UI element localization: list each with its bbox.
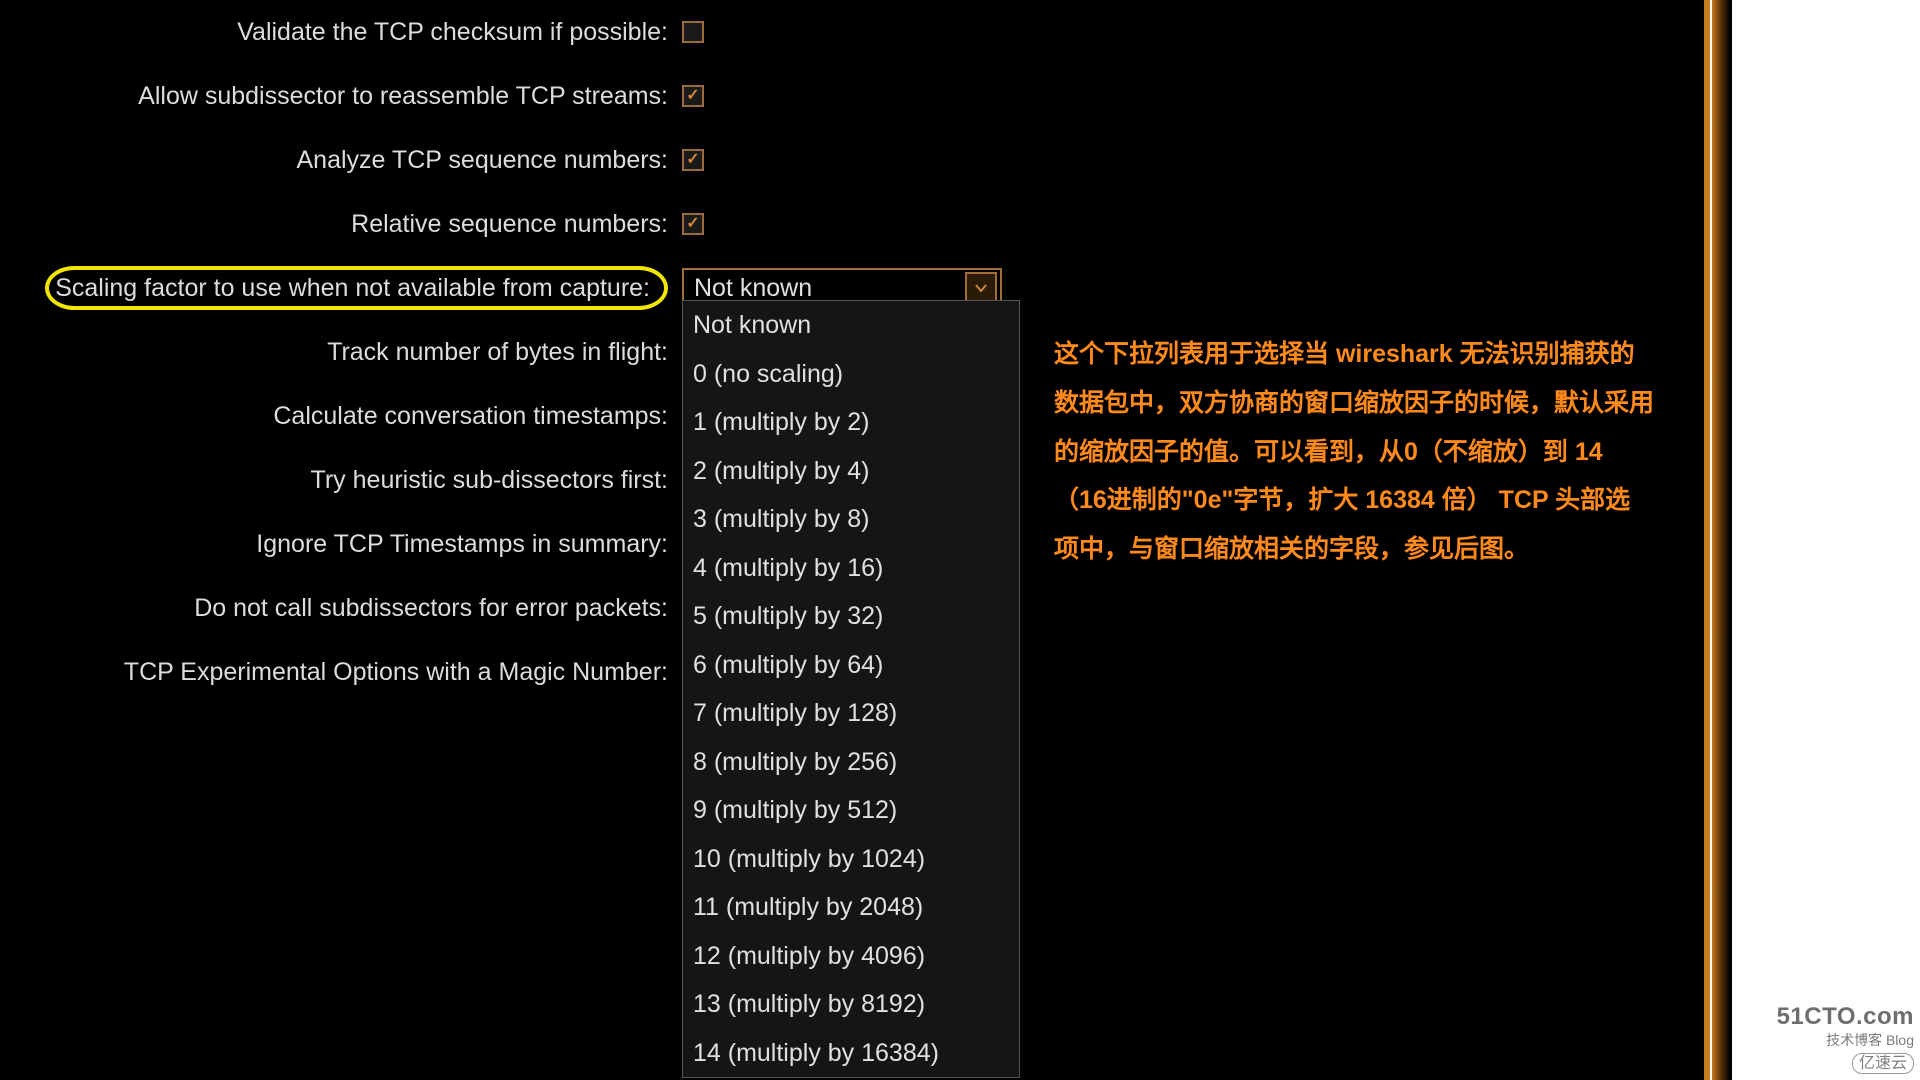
dropdown-item[interactable]: 14 (multiply by 16384)	[683, 1029, 1019, 1078]
checkbox-allow-reassemble[interactable]	[682, 85, 704, 107]
setting-label: Allow subdissector to reassemble TCP str…	[0, 82, 678, 111]
setting-label: TCP Experimental Options with a Magic Nu…	[0, 658, 678, 687]
setting-control	[678, 149, 1022, 171]
dropdown-item[interactable]: 10 (multiply by 1024)	[683, 835, 1019, 884]
setting-label: Analyze TCP sequence numbers:	[0, 146, 678, 175]
right-gradient	[1712, 0, 1732, 1080]
setting-label: Try heuristic sub-dissectors first:	[0, 466, 678, 495]
checkbox-validate-checksum[interactable]	[682, 21, 704, 43]
setting-label: Calculate conversation timestamps:	[0, 402, 678, 431]
watermark-line1: 51CTO.com	[1777, 1003, 1914, 1032]
dropdown-item[interactable]: 8 (multiply by 256)	[683, 738, 1019, 787]
scaling-dropdown[interactable]: Not known 0 (no scaling) 1 (multiply by …	[682, 300, 1020, 1078]
watermark-line2: 技术博客 Blog	[1777, 1032, 1914, 1049]
setting-label: Do not call subdissectors for error pack…	[0, 594, 678, 623]
watermark-line3: 亿速云	[1852, 1053, 1914, 1074]
dropdown-item[interactable]: 0 (no scaling)	[683, 350, 1019, 399]
dropdown-item[interactable]: 13 (multiply by 8192)	[683, 980, 1019, 1029]
dropdown-item[interactable]: 4 (multiply by 16)	[683, 544, 1019, 593]
setting-label: Relative sequence numbers:	[0, 210, 678, 239]
setting-label: Scaling factor to use when not available…	[0, 274, 678, 303]
dropdown-item[interactable]: 6 (multiply by 64)	[683, 641, 1019, 690]
dropdown-item[interactable]: 3 (multiply by 8)	[683, 495, 1019, 544]
setting-label: Track number of bytes in flight:	[0, 338, 678, 367]
annotation-text: 这个下拉列表用于选择当 wireshark 无法识别捕获的数据包中，双方协商的窗…	[1054, 330, 1654, 574]
setting-label: Validate the TCP checksum if possible:	[0, 18, 678, 47]
setting-row-validate-checksum: Validate the TCP checksum if possible:	[0, 0, 1022, 64]
dropdown-item[interactable]: 2 (multiply by 4)	[683, 447, 1019, 496]
setting-control	[678, 21, 1022, 43]
dropdown-item[interactable]: 9 (multiply by 512)	[683, 786, 1019, 835]
setting-control	[678, 213, 1022, 235]
dropdown-item[interactable]: 11 (multiply by 2048)	[683, 883, 1019, 932]
scaling-select-value: Not known	[684, 274, 812, 303]
setting-row-relative-seq: Relative sequence numbers:	[0, 192, 1022, 256]
dropdown-item[interactable]: 7 (multiply by 128)	[683, 689, 1019, 738]
main-area: Validate the TCP checksum if possible: A…	[0, 0, 1700, 1080]
setting-row-analyze-seq: Analyze TCP sequence numbers:	[0, 128, 1022, 192]
dropdown-item[interactable]: Not known	[683, 301, 1019, 350]
dropdown-item[interactable]: 1 (multiply by 2)	[683, 398, 1019, 447]
right-side-strip: 51CTO.com 技术博客 Blog 亿速云	[1704, 0, 1920, 1080]
setting-label: Ignore TCP Timestamps in summary:	[0, 530, 678, 559]
checkbox-relative-seq[interactable]	[682, 213, 704, 235]
setting-control	[678, 85, 1022, 107]
dropdown-item[interactable]: 5 (multiply by 32)	[683, 592, 1019, 641]
highlight-annotation: Scaling factor to use when not available…	[45, 266, 668, 310]
watermark: 51CTO.com 技术博客 Blog 亿速云	[1777, 1003, 1914, 1074]
dropdown-item[interactable]: 12 (multiply by 4096)	[683, 932, 1019, 981]
setting-row-allow-reassemble: Allow subdissector to reassemble TCP str…	[0, 64, 1022, 128]
checkbox-analyze-seq[interactable]	[682, 149, 704, 171]
